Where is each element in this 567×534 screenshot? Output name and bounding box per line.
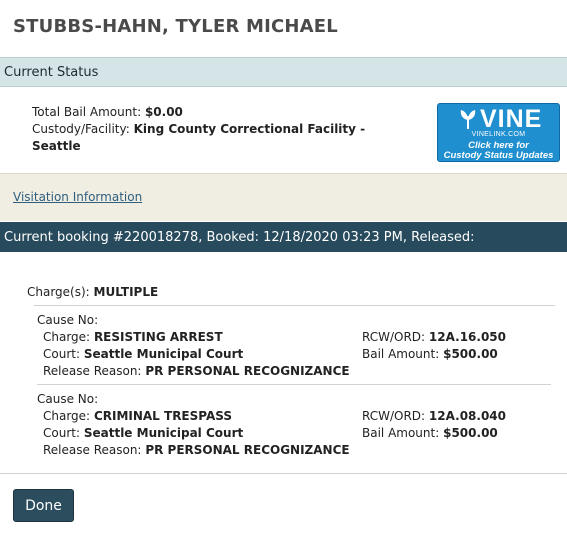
charge-1-bail-value: $500.00 (443, 347, 498, 361)
charges-row: Charge(s): MULTIPLE (27, 285, 158, 299)
charge-divider (37, 384, 551, 385)
charge-1-charge-label: Charge: (43, 330, 91, 344)
charge-1-rcw-row: RCW/ORD: 12A.16.050 (362, 330, 506, 344)
current-status-title: Current Status (4, 65, 99, 80)
charge-1-court-value: Seattle Municipal Court (83, 347, 244, 361)
charge-2-cause: Cause No: (37, 392, 99, 406)
vine-cta-line2: Custody Status Updates (443, 150, 554, 161)
charge-2-court-row: Court: Seattle Municipal Court (43, 426, 243, 440)
charge-2-court-label: Court: (43, 426, 81, 440)
charge-2-charge-value: CRIMINAL TRESPASS (93, 409, 233, 423)
charge-1-court-row: Court: Seattle Municipal Court (43, 347, 243, 361)
total-bail-value: $0.00 (144, 105, 183, 119)
charge-1-charge-value: RESISTING ARREST (93, 330, 223, 344)
vine-leaf-icon (460, 110, 476, 129)
charges-value: MULTIPLE (93, 285, 159, 299)
custody-facility-label: Custody/Facility: (32, 122, 130, 136)
charge-2-release-value: PR PERSONAL RECOGNIZANCE (145, 443, 350, 457)
charge-2-release-label: Release Reason: (43, 443, 142, 457)
charge-2-bail-row: Bail Amount: $500.00 (362, 426, 498, 440)
charge-1-court-label: Court: (43, 347, 81, 361)
charge-1-release-value: PR PERSONAL RECOGNIZANCE (145, 364, 350, 378)
charge-2-bail-label: Bail Amount: (362, 426, 440, 440)
vine-button[interactable]: VINE VINELINK.COM Click here for Custody… (437, 103, 560, 162)
charge-1-rcw-label: RCW/ORD: (362, 330, 426, 344)
vine-url: VINELINK.COM (471, 131, 526, 138)
footer-divider (0, 473, 567, 474)
custody-facility-value-cont: Seattle (32, 139, 81, 153)
charge-2-release-row: Release Reason: PR PERSONAL RECOGNIZANCE (43, 443, 350, 457)
custody-facility-value: King County Correctional Facility - (133, 122, 366, 136)
charge-2-charge-row: Charge: CRIMINAL TRESPASS (43, 409, 232, 423)
booking-header: Current booking #220018278, Booked: 12/1… (0, 222, 567, 252)
booking-title: Current booking #220018278, Booked: 12/1… (4, 230, 475, 245)
visitation-panel: Visitation Information (0, 173, 567, 221)
charge-1-bail-row: Bail Amount: $500.00 (362, 347, 498, 361)
done-button[interactable]: Done (13, 489, 74, 522)
vine-logo: VINE (438, 106, 559, 132)
current-status-header: Current Status (0, 57, 567, 87)
custody-facility-row: Custody/Facility: King County Correction… (32, 122, 365, 136)
inmate-name: STUBBS-HAHN, TYLER MICHAEL (13, 16, 338, 37)
charge-2-bail-value: $500.00 (443, 426, 498, 440)
charges-label: Charge(s): (27, 285, 90, 299)
total-bail-row: Total Bail Amount: $0.00 (32, 105, 183, 119)
charge-2-charge-label: Charge: (43, 409, 91, 423)
charge-1-bail-label: Bail Amount: (362, 347, 440, 361)
charge-1-release-row: Release Reason: PR PERSONAL RECOGNIZANCE (43, 364, 350, 378)
charge-1-release-label: Release Reason: (43, 364, 142, 378)
total-bail-label: Total Bail Amount: (32, 105, 142, 119)
charge-2-court-value: Seattle Municipal Court (83, 426, 244, 440)
charge-2-rcw-value: 12A.08.040 (428, 409, 506, 423)
charge-1-rcw-value: 12A.16.050 (428, 330, 506, 344)
charge-2-rcw-label: RCW/ORD: (362, 409, 426, 423)
charge-1-charge-row: Charge: RESISTING ARREST (43, 330, 223, 344)
charges-divider (34, 305, 555, 306)
vine-logo-text: VINE (480, 105, 543, 133)
charge-2-rcw-row: RCW/ORD: 12A.08.040 (362, 409, 506, 423)
charge-1-cause: Cause No: (37, 313, 99, 327)
visitation-link[interactable]: Visitation Information (13, 190, 142, 204)
